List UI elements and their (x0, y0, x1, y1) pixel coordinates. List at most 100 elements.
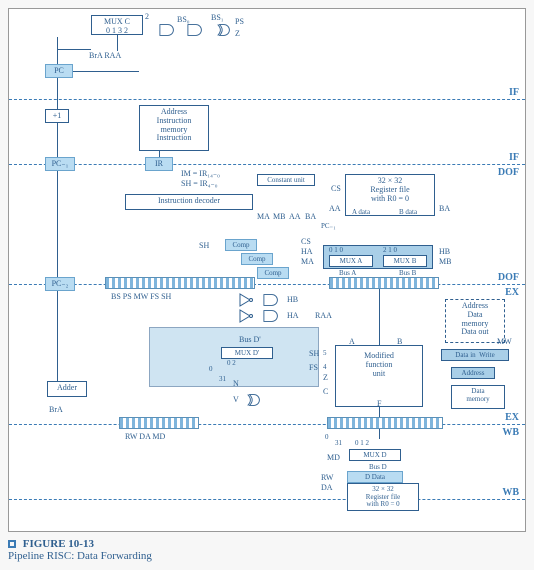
wire (379, 429, 380, 439)
pc-1-reg: PC₋₁ (45, 157, 75, 171)
mux-d: MUX D (349, 449, 401, 461)
dmem-din-write: Data in Write (441, 349, 509, 361)
stage-line-if (9, 99, 525, 100)
dmem-din: Data in (455, 351, 475, 359)
comp-2: Comp (241, 253, 273, 265)
figure-caption: FIGURE 10-13 Pipeline RISC: Data Forward… (8, 538, 526, 562)
stage-label-if2: IF (509, 152, 519, 163)
zero-ext-hi: 31 (219, 375, 226, 383)
comp-ha: HA (301, 247, 313, 256)
constant-unit: Constant unit (257, 174, 315, 186)
dec-ma: MA (257, 212, 270, 221)
rf-ba: BA (439, 204, 450, 213)
sh-eq: SH = IR₄₋₀ (181, 179, 218, 188)
rf-adata: A data (352, 208, 370, 216)
hb-label: HB (287, 295, 298, 304)
dec-mb: MB (273, 212, 285, 221)
dmem-addr2: Address (451, 367, 495, 379)
pc-2-reg: PC₋₂ (45, 277, 75, 291)
stage-label-dof2: DOF (498, 272, 519, 283)
bus-d-prime-label: Bus D' (239, 335, 261, 344)
and-gate-ha (263, 309, 281, 323)
wire (57, 171, 58, 277)
and-gate-hb (263, 293, 281, 307)
stage-line-wb (9, 499, 525, 500)
comp-1: Comp (225, 239, 257, 251)
dmem-mem2: memory (454, 396, 502, 404)
wire (379, 407, 380, 417)
bus-b-label: Bus B (399, 269, 416, 277)
wire (57, 37, 58, 64)
function-unit: Modified function unit (335, 345, 423, 407)
comp-hb: HB (439, 247, 450, 256)
bra-label: BrA (49, 405, 63, 414)
mux-d-prime-ports: 0 2 (227, 359, 236, 367)
pc-reg: PC (45, 64, 73, 78)
bs0-label: BS₀ (177, 15, 190, 24)
pipe-ctrl-labels: BS PS MW FS SH (111, 292, 171, 301)
dmem-mw: MW (497, 337, 512, 346)
wire (57, 78, 58, 109)
v-flag: V (233, 395, 239, 404)
wire (379, 289, 380, 345)
wire (159, 151, 160, 157)
fu-a: A (349, 337, 355, 346)
dec-aa: AA (289, 212, 301, 221)
bra-raa-label: BrA RAA (89, 51, 121, 60)
stage-line-dof (9, 284, 525, 285)
dmem-write: Write (479, 351, 495, 359)
pipe-reg-dof-ex (105, 277, 255, 289)
pipe-reg-ex-wb-data (327, 417, 443, 429)
fu-sh: SH (309, 349, 319, 358)
wire (117, 35, 118, 51)
mux-d-md: MD (327, 453, 340, 462)
rf-pc-1: PC₋₁ (321, 222, 336, 230)
bs1-label: BS₁ (211, 13, 224, 22)
fu-w5a: 5 (323, 349, 327, 357)
stage-line-ex (9, 424, 525, 425)
register-file-write: 32 × 32 Register file with R0 = 0 (347, 483, 419, 511)
wire (57, 123, 58, 157)
stage-label-ex1: EX (505, 287, 519, 298)
rfw-da: DA (321, 483, 333, 492)
plus1: +1 (45, 109, 69, 123)
fu-w4: 4 (323, 363, 327, 371)
rfw-sub2: with R0 = 0 (350, 501, 416, 509)
zero-ext-lo: 0 (209, 365, 213, 373)
rf-sub2: with R0 = 0 (348, 195, 432, 204)
ps-label: PS (235, 17, 244, 26)
mux-b-ports: 2 1 0 (383, 246, 397, 254)
comp-cs: CS (301, 237, 311, 246)
rf-cs: CS (331, 184, 341, 193)
instruction-memory: Address Instruction memory Instruction (139, 105, 209, 151)
mux-b: MUX B (383, 255, 427, 267)
pipeline-risc-diagram: IF IF DOF DOF EX EX WB WB MUX C 0 1 3 2 … (8, 8, 526, 532)
wire (73, 71, 139, 72)
comp-mb: MB (439, 257, 451, 266)
n-flag: N (233, 379, 239, 388)
bus-d-label: Bus D (369, 463, 387, 471)
rfw-rw: RW (321, 473, 333, 482)
raa-label: RAA (315, 311, 332, 320)
z-label: Z (235, 29, 240, 38)
comp-ma: MA (301, 257, 314, 266)
ir-reg: IR (145, 157, 173, 171)
stage-line-if2 (9, 164, 525, 165)
instruction-decoder: Instruction decoder (125, 194, 253, 210)
wire (57, 49, 91, 50)
dec-ba: BA (305, 212, 316, 221)
stage-label-dof1: DOF (498, 167, 519, 178)
pipe-reg-ab (329, 277, 439, 289)
mux-a: MUX A (329, 255, 373, 267)
stage-label-wb2: WB (502, 487, 519, 498)
dec-sh: SH (199, 241, 209, 250)
mux-a-ports: 0 1 0 (329, 246, 343, 254)
mux-d-zero: 0 (325, 433, 329, 441)
adder: Adder (47, 381, 87, 397)
wire (57, 291, 58, 381)
rf-ddata: D Data (347, 471, 403, 483)
wb-ctrl-labels: RW DA MD (125, 432, 165, 441)
fu-fs: FS (309, 363, 318, 372)
mux-c: MUX C 0 1 3 2 (91, 15, 143, 35)
stage-label-wb1: WB (502, 427, 519, 438)
